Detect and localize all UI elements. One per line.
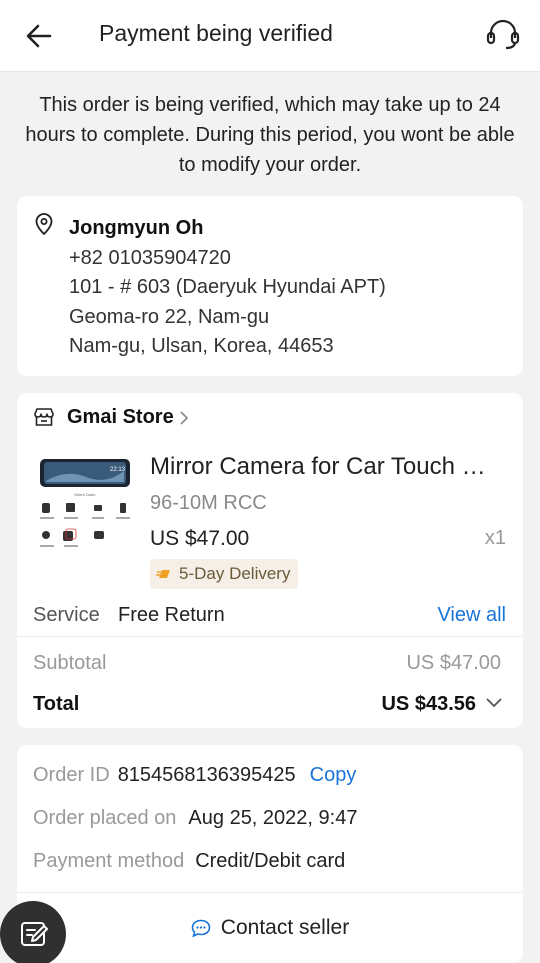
delivery-label: 5-Day Delivery <box>179 564 291 583</box>
subtotal-value: US $47.00 <box>406 652 501 674</box>
total-label: Total <box>33 693 80 715</box>
product-quantity: x1 <box>484 527 506 549</box>
contact-seller-button[interactable]: Contact seller <box>17 893 523 963</box>
order-placed-row: Order placed on Aug 25, 2022, 9:47 <box>33 807 357 830</box>
order-placed-label: Order placed on <box>33 807 177 829</box>
fast-delivery-icon <box>156 570 170 578</box>
order-id-value: 8154568136395425 <box>117 764 296 786</box>
chevron-right-icon[interactable] <box>177 407 191 429</box>
copy-order-id-button[interactable]: Copy <box>310 764 357 786</box>
address-line-2: Geoma-ro 22, Nam-gu <box>69 305 270 328</box>
support-button[interactable] <box>484 18 522 52</box>
product-image-caption: Mirror Dash <box>75 492 96 497</box>
back-button[interactable] <box>22 20 56 52</box>
store-icon <box>34 408 54 426</box>
product-thumbnail[interactable]: 22:13 Mirror Dash <box>36 451 134 561</box>
recipient-name: Jongmyun Oh <box>69 217 204 239</box>
location-pin-icon <box>35 213 53 236</box>
order-id-label: Order ID <box>33 764 110 786</box>
page-title: Payment being verified <box>99 20 333 46</box>
arrow-left-icon <box>26 24 52 48</box>
delivery-badge: 5-Day Delivery <box>150 559 299 589</box>
payment-method-row: Payment method Credit/Debit card <box>33 850 345 873</box>
view-all-services-link[interactable]: View all <box>437 604 506 627</box>
payment-method-value: Credit/Debit card <box>195 850 346 872</box>
order-id-row: Order ID 8154568136395425 Copy <box>33 764 356 787</box>
edit-note-icon <box>21 922 48 946</box>
contact-seller-label: Contact seller <box>220 916 350 939</box>
address-lines: Jongmyun Oh +82 01035904720 101 - # 603 … <box>69 214 386 362</box>
address-line-3: Nam-gu, Ulsan, Korea, 44653 <box>69 335 334 357</box>
floating-feedback-button[interactable] <box>0 901 66 963</box>
total-value[interactable]: US $43.56 <box>381 693 476 716</box>
order-placed-value: Aug 25, 2022, 9:47 <box>188 807 358 829</box>
store-name-link[interactable]: Gmai Store <box>67 406 174 429</box>
product-title[interactable]: Mirror Camera for Car Touch … <box>150 453 510 481</box>
subtotal-label: Subtotal <box>33 652 107 674</box>
product-variant: 96-10M RCC <box>150 492 267 514</box>
section-divider <box>17 636 523 637</box>
chat-bubble-icon <box>191 919 211 937</box>
chevron-down-icon[interactable] <box>485 695 503 711</box>
top-bar: Payment being verified <box>0 0 540 72</box>
service-value: Free Return <box>118 604 225 626</box>
order-info-card: Order ID 8154568136395425 Copy Order place… <box>17 745 523 963</box>
service-label: Service <box>33 604 100 626</box>
product-image: 22:13 Mirror Dash <box>36 451 134 561</box>
payment-method-label: Payment method <box>33 850 185 872</box>
headset-icon <box>486 19 520 50</box>
recipient-phone: +82 01035904720 <box>69 246 231 269</box>
order-items-card: Gmai Store 22:13 Mirror Dash Mirror Came… <box>17 393 523 728</box>
product-image-time: 22:13 <box>110 467 126 473</box>
address-line-1: 101 - # 603 (Daeryuk Hyundai APT) <box>69 276 386 298</box>
product-price: US $47.00 <box>150 527 250 550</box>
shipping-address-card[interactable]: Jongmyun Oh +82 01035904720 101 - # 603 … <box>17 196 523 376</box>
verification-notice: This order is being verified, which may … <box>25 94 515 176</box>
